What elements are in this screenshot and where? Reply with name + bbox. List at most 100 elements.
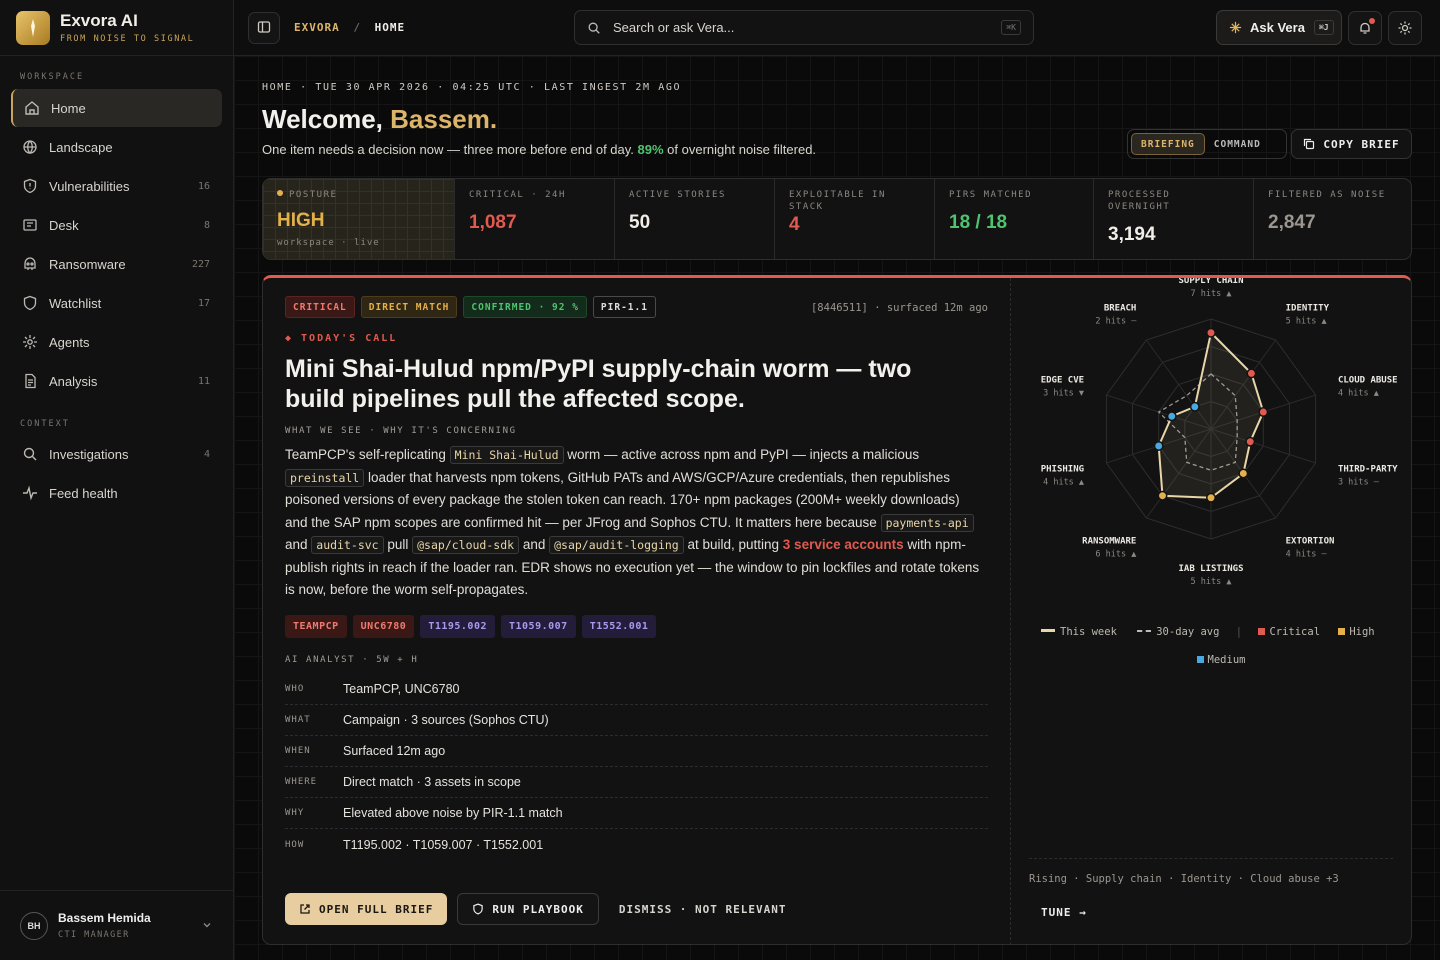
radar-point [1246,368,1257,379]
sidebar-item-home[interactable]: Home [11,89,222,127]
notification-dot [1369,18,1375,24]
ai-analyst-label: AI ANALYST · 5W + H [285,655,419,665]
sidebar-item-agents[interactable]: Agents [11,323,222,361]
stat-filtered-noise[interactable]: FILTERED AS NOISE 2,847 [1254,179,1411,259]
row-value: Surfaced 12m ago [343,744,446,758]
sidebar-item-vulnerabilities[interactable]: Vulnerabilities 16 [11,167,222,205]
breadcrumb-root[interactable]: EXVORA [294,21,340,34]
todays-call-label: ◆ TODAY'S CALL [285,333,398,344]
tag-technique[interactable]: T1195.002 [420,615,495,638]
stats-strip: POSTURE HIGH workspace · live CRITICAL ·… [262,178,1412,260]
sidebar-item-label: Home [51,100,86,116]
story-body: TeamPCP's self-replicating Mini Shai-Hul… [285,446,980,597]
ask-vera-button[interactable]: Ask Vera ⌘J [1216,10,1342,45]
shield-icon [21,177,39,195]
sidebar-item-landscape[interactable]: Landscape [11,128,222,166]
run-playbook-button[interactable]: RUN PLAYBOOK [457,893,599,925]
tag-row: TEAMPCP UNC6780 T1195.002 T1059.007 T155… [285,615,657,638]
legend-critical: Critical [1258,626,1320,638]
radar-point [1189,401,1200,412]
tune-button[interactable]: TUNE → [1041,906,1087,919]
tag-technique[interactable]: T1059.007 [501,615,576,638]
logo-icon [16,10,50,45]
code-payments-api: payments-api [880,513,974,532]
radar-axis-hits: 4 hits ▲ [1043,477,1085,487]
sun-icon [1398,21,1412,35]
copy-brief-label: COPY BRIEF [1323,137,1400,151]
sidebar-item-investigations[interactable]: Investigations 4 [11,435,222,473]
brand[interactable]: Exvora AI FROM NOISE TO SIGNAL [0,0,233,56]
radar-point [1166,411,1177,422]
open-full-brief-button[interactable]: OPEN FULL BRIEF [285,893,448,925]
sidebar-item-label: Investigations [49,446,129,462]
copy-brief-button[interactable]: COPY BRIEF [1291,129,1412,159]
sidebar-toggle-button[interactable] [248,12,280,44]
sidebar-item-count: 17 [197,297,210,309]
stat-active-stories[interactable]: ACTIVE STORIES 50 [615,179,775,259]
sidebar-item-desk[interactable]: Desk 8 [11,206,222,244]
stat-value: 18 / 18 [949,212,1008,233]
pulse-icon [21,484,39,502]
stat-processed[interactable]: PROCESSED OVERNIGHT 3,194 [1094,179,1254,259]
tag-technique[interactable]: T1552.001 [581,615,657,638]
stat-value: 3,194 [1108,224,1156,245]
theme-toggle-button[interactable] [1388,11,1422,45]
row-value: Elevated above noise by PIR-1.1 match [343,806,563,820]
badge-pir: PIR-1.1 [592,296,656,318]
radar-point [1206,492,1216,503]
exposure-radar-panel: SUPPLY CHAIN 7 hits ▲ IDENTITY 5 hits ▲ CLOU… [1010,278,1411,944]
analyst-table: WHO TeamPCP, UNC6780 WHAT Campaign · 3 sou… [285,674,988,860]
service-accounts-highlight: 3 service accounts [782,537,904,552]
table-row: WHERE Direct match · 3 assets in scope [285,767,988,798]
legend-30-day-avg: 30-day avg [1137,626,1219,638]
breadcrumb-separator: / [353,21,361,34]
page-subtitle: One item needs a decision now — three mo… [262,142,816,157]
dismiss-button[interactable]: DISMISS · NOT RELEVANT [609,893,797,925]
stat-label: FILTERED AS NOISE [1268,190,1386,200]
search-icon [587,21,601,35]
sidebar-item-label: Watchlist [49,295,102,311]
table-row: WHO TeamPCP, UNC6780 [285,674,988,705]
stat-pirs-matched[interactable]: PIRS MATCHED 18 / 18 [935,179,1094,259]
search-input[interactable]: Search or ask Vera... ⌘K [574,10,1034,45]
radar-axis-label: SUPPLY CHAIN [1178,278,1243,286]
noise-filtered-pct: 89% [637,142,664,157]
sidebar-item-analysis[interactable]: Analysis 11 [11,362,222,400]
home-icon [23,99,41,117]
subtitle-prefix: One item needs a decision now — three mo… [262,142,638,157]
todays-call-card: CRITICAL DIRECT MATCH CONFIRMED · 92 % P… [262,275,1412,945]
welcome-prefix: Welcome, [262,104,391,134]
search-placeholder: Search or ask Vera... [613,20,735,35]
sidebar-item-label: Landscape [49,139,113,155]
sidebar-item-feed-health[interactable]: Feed health [11,474,222,512]
radar-axis-label: CLOUD ABUSE [1338,376,1398,386]
tab-command[interactable]: COMMAND [1205,133,1270,155]
breadcrumb: EXVORA / HOME [294,21,405,34]
stat-label: ACTIVE STORIES [629,190,726,200]
radar-axis-hits: 3 hits ▼ [1043,389,1085,399]
run-playbook-label: RUN PLAYBOOK [492,902,584,916]
radar-axis-label: EXTORTION [1286,536,1335,546]
ransomware-icon [21,255,39,273]
sidebar-item-count: 11 [197,375,210,387]
tab-briefing[interactable]: BRIEFING [1131,133,1205,155]
tag-actor[interactable]: UNC6780 [352,615,415,638]
chevron-down-icon[interactable] [202,918,212,933]
user-menu[interactable]: BH Bassem Hemida CTI MANAGER [0,890,234,960]
what-we-see-label: WHAT WE SEE · WHY IT'S CONCERNING [285,426,517,436]
row-key: WHY [285,808,305,818]
code-audit-svc: audit-svc [311,536,384,554]
stat-critical-24h[interactable]: CRITICAL · 24H 1,087 [455,179,615,259]
notifications-button[interactable] [1348,11,1382,45]
stat-exploitable[interactable]: EXPLOITABLE IN STACK 4 [775,179,935,259]
stat-posture[interactable]: POSTURE HIGH workspace · live [263,179,455,259]
sidebar-item-ransomware[interactable]: Ransomware 227 [11,245,222,283]
badge-direct-match: DIRECT MATCH [360,296,458,318]
radar-axis-label: IAB LISTINGS [1178,564,1243,574]
table-row: HOW T1195.002 · T1059.007 · T1552.001 [285,829,988,860]
tag-actor[interactable]: TEAMPCP [285,615,347,638]
sidebar-item-watchlist[interactable]: Watchlist 17 [11,284,222,322]
breadcrumb-current: HOME [374,21,406,34]
posture-dot [277,190,283,196]
brief-panel: CRITICAL DIRECT MATCH CONFIRMED · 92 % P… [263,278,1010,944]
